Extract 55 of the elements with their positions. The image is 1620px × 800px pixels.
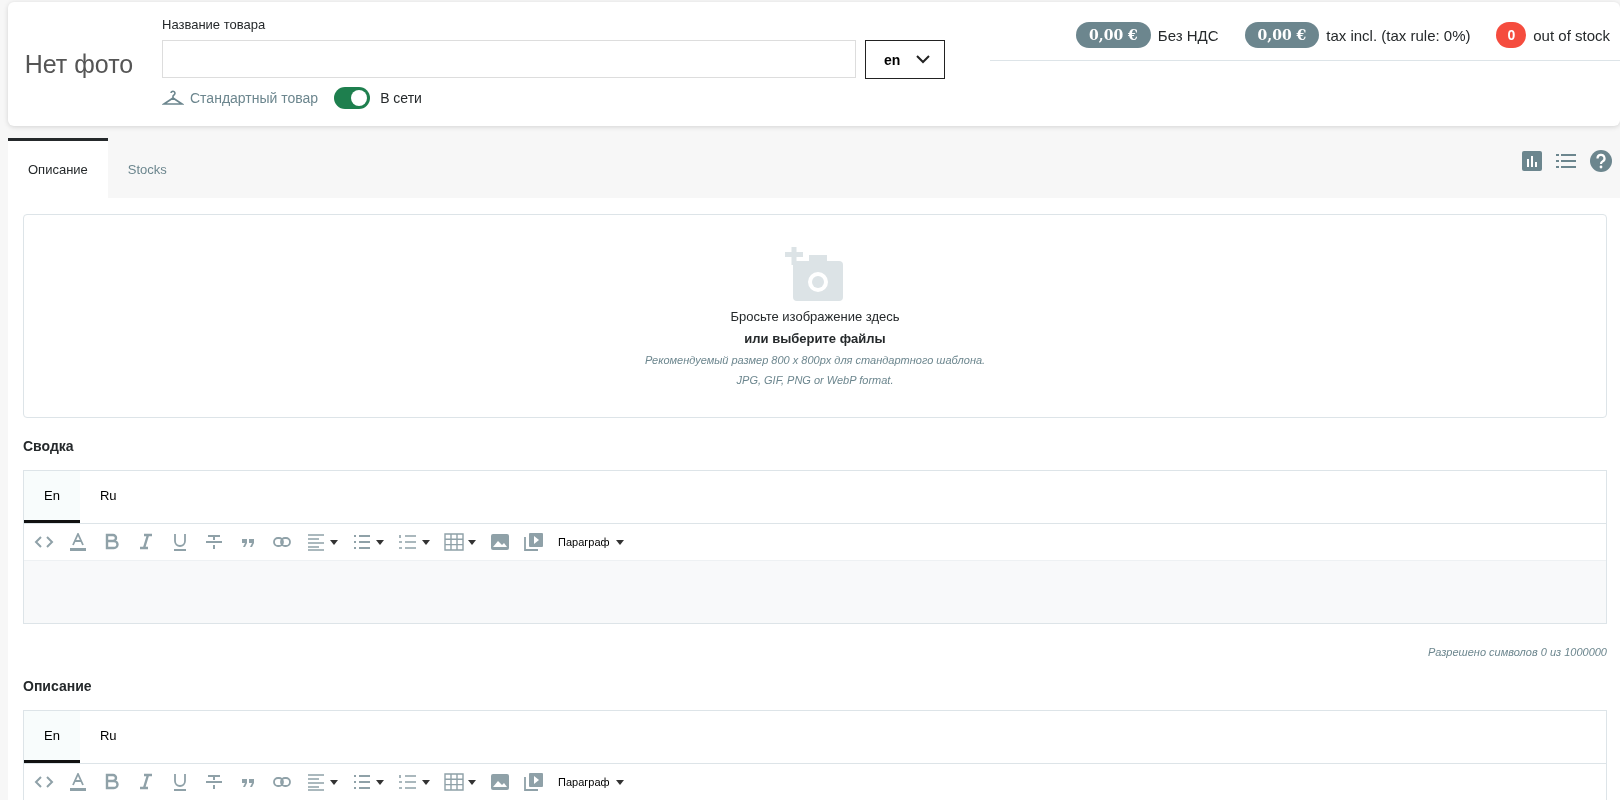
caret-icon[interactable] — [376, 539, 384, 545]
language-tab[interactable]: En — [24, 711, 80, 763]
format-hint: JPG, GIF, PNG or WebP format. — [736, 374, 894, 386]
character-counter: Разрешено символов 0 из 1000000 — [1427, 646, 1607, 658]
price-badge: 0,00 € — [1244, 22, 1320, 48]
video-icon[interactable] — [524, 773, 544, 791]
caret-icon[interactable] — [330, 779, 338, 785]
chevron-icon — [916, 55, 930, 64]
strikethrough-icon[interactable] — [204, 533, 224, 551]
choose-files-link[interactable]: или выберите файлы — [744, 331, 886, 346]
product-type-label: Стандартный товар — [190, 90, 319, 106]
format-dropdown[interactable]: Параграф — [558, 776, 624, 788]
tab[interactable]: Описание — [8, 138, 108, 198]
format-dropdown[interactable]: Параграф — [558, 536, 624, 548]
chart-icon[interactable] — [1522, 151, 1542, 171]
add-photo-icon — [785, 247, 845, 301]
section-heading: Сводка — [23, 438, 75, 454]
section-heading: Описание — [23, 678, 93, 694]
caret-icon[interactable] — [376, 779, 384, 785]
badge-label: tax incl. (tax rule: 0%) — [1326, 26, 1471, 44]
help-icon[interactable] — [1590, 150, 1612, 172]
image-icon[interactable] — [490, 533, 510, 551]
product-name-field[interactable] — [162, 40, 856, 78]
caret-icon[interactable] — [422, 779, 430, 785]
rich-text-editor[interactable]: En Ru Параграф — [23, 470, 1607, 624]
badge-label: out of stock — [1533, 26, 1610, 44]
image-dropzone[interactable]: Бросьте изображение здесь или выберите файлы Рекомендуемый размер 800 x 800px для стандартного шаблона. JPG, GIF, PNG or WebP format. — [23, 214, 1607, 418]
language-tab[interactable]: Ru — [79, 471, 137, 523]
caret-icon — [615, 779, 624, 785]
price-badge: 0,00 € — [1076, 22, 1151, 48]
dropzone-text: Бросьте изображение здесь — [730, 309, 900, 324]
field-label: Название товара — [162, 17, 267, 32]
rich-text-editor[interactable]: En Ru Параграф — [23, 710, 1607, 800]
caret-icon[interactable] — [468, 539, 476, 545]
list-icon[interactable] — [1556, 153, 1576, 169]
toggle-label: В сети — [380, 90, 422, 106]
caret-icon — [615, 539, 624, 545]
caret-icon[interactable] — [422, 539, 430, 545]
no-photo-label: Нет фото — [23, 48, 135, 80]
video-icon[interactable] — [524, 533, 544, 551]
size-hint: Рекомендуемый размер 800 x 800px для стандартного шаблона. — [644, 354, 986, 366]
online-toggle[interactable] — [334, 87, 371, 109]
language-select[interactable]: en — [865, 40, 945, 79]
tab[interactable]: Stocks — [107, 138, 187, 198]
badge-label: Без НДС — [1157, 26, 1219, 44]
hanger-icon — [162, 89, 184, 107]
language-tab[interactable]: En — [24, 471, 80, 523]
strikethrough-icon[interactable] — [204, 773, 224, 791]
caret-icon[interactable] — [330, 539, 338, 545]
image-icon[interactable] — [490, 773, 510, 791]
text-color-icon[interactable] — [68, 533, 88, 551]
stock-count-badge: 0 — [1496, 22, 1527, 48]
text-color-icon[interactable] — [68, 773, 88, 791]
language-tab[interactable]: Ru — [79, 711, 137, 763]
caret-icon[interactable] — [468, 779, 476, 785]
